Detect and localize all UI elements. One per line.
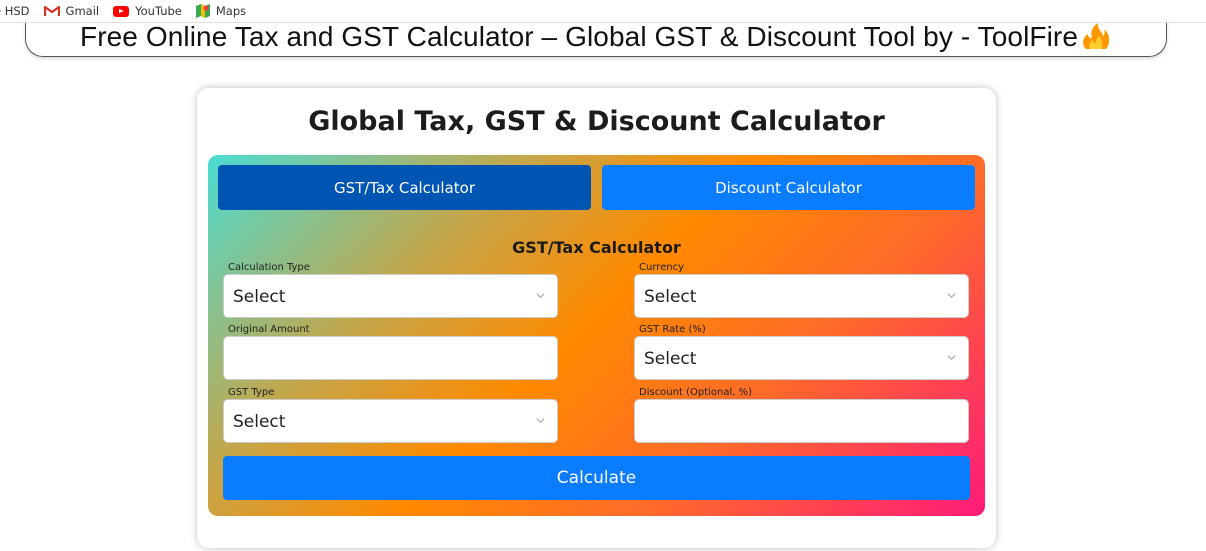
- bookmark-label: Gmail: [65, 4, 100, 18]
- tab-gst-calculator[interactable]: GST/Tax Calculator: [218, 165, 591, 210]
- calculator-card: Global Tax, GST & Discount Calculator GS…: [197, 88, 996, 548]
- original-amount-label: Original Amount: [228, 324, 310, 335]
- bookmark-gmail[interactable]: Gmail: [43, 4, 100, 18]
- currency-label: Currency: [639, 262, 685, 273]
- calculation-type-value: Select: [233, 287, 286, 307]
- youtube-icon: [113, 5, 130, 17]
- page-title: Free Online Tax and GST Calculator – Glo…: [80, 21, 1112, 53]
- bookmark-youtube[interactable]: YouTube: [113, 4, 182, 18]
- form-title: GST/Tax Calculator: [512, 238, 681, 257]
- bookmark-label: e HSD: [0, 4, 30, 18]
- gst-rate-label: GST Rate (%): [639, 324, 706, 335]
- card-title: Global Tax, GST & Discount Calculator: [308, 106, 885, 137]
- bookmark-hsd[interactable]: e HSD: [0, 4, 30, 18]
- calculation-type-select[interactable]: Select: [223, 274, 558, 318]
- calculation-type-label: Calculation Type: [228, 262, 310, 273]
- bookmark-label: YouTube: [135, 4, 182, 18]
- discount-input[interactable]: [634, 399, 969, 443]
- fire-icon: [1083, 22, 1110, 49]
- chevron-down-icon: [947, 293, 956, 299]
- chevron-down-icon: [536, 293, 545, 299]
- chevron-down-icon: [536, 418, 545, 424]
- chevron-down-icon: [947, 355, 956, 361]
- maps-icon: [195, 4, 210, 18]
- gst-type-value: Select: [233, 412, 286, 432]
- gst-type-select[interactable]: Select: [223, 399, 558, 443]
- tab-bar: GST/Tax Calculator Discount Calculator: [208, 155, 985, 219]
- currency-value: Select: [644, 287, 697, 307]
- calculator-panel: GST/Tax Calculator Discount Calculator G…: [208, 155, 985, 516]
- bookmark-maps[interactable]: Maps: [195, 4, 247, 18]
- gst-rate-select[interactable]: Select: [634, 336, 969, 380]
- bookmark-label: Maps: [215, 4, 247, 18]
- title-banner: Free Online Tax and GST Calculator – Glo…: [25, 21, 1167, 57]
- calculate-button[interactable]: Calculate: [223, 456, 970, 500]
- gst-type-label: GST Type: [228, 387, 275, 398]
- gmail-icon: [43, 5, 60, 16]
- tab-discount-calculator[interactable]: Discount Calculator: [602, 165, 975, 210]
- original-amount-input[interactable]: [223, 336, 558, 380]
- gst-rate-value: Select: [644, 349, 697, 369]
- discount-label: Discount (Optional, %): [639, 387, 753, 398]
- currency-select[interactable]: Select: [634, 274, 969, 318]
